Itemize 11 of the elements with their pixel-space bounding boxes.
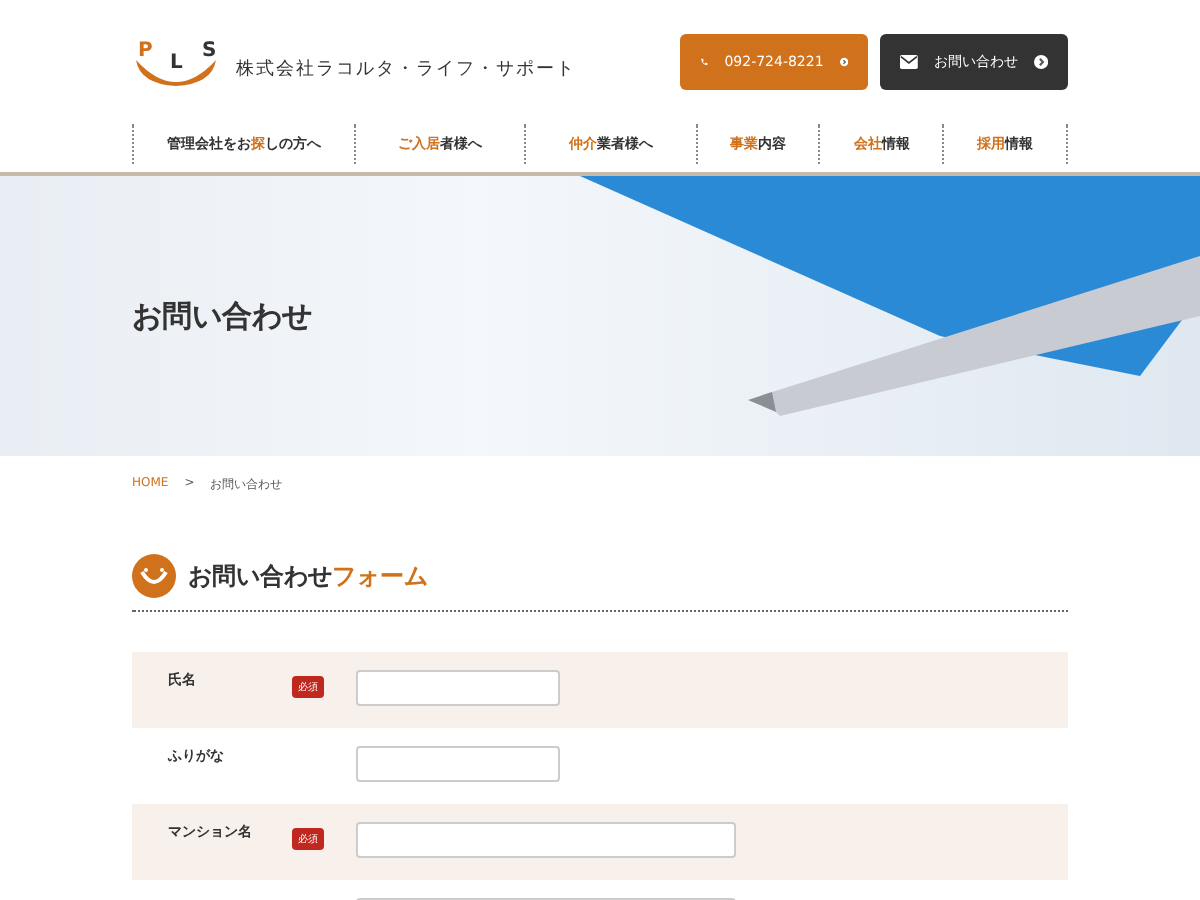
phone-icon	[700, 54, 709, 70]
arrow-circle-icon	[839, 54, 848, 70]
section-title: お問い合わせフォーム	[188, 559, 428, 593]
input-field[interactable]	[356, 822, 736, 858]
smile-icon	[132, 554, 176, 598]
input-field[interactable]	[356, 746, 560, 782]
company-name: 株式会社ラコルタ・ライフ・サポート	[236, 57, 576, 81]
envelope-icon	[900, 54, 918, 70]
hero-title: お問い合わせ	[132, 297, 312, 335]
arrow-circle-icon	[1033, 54, 1048, 70]
input-field[interactable]	[356, 670, 560, 706]
